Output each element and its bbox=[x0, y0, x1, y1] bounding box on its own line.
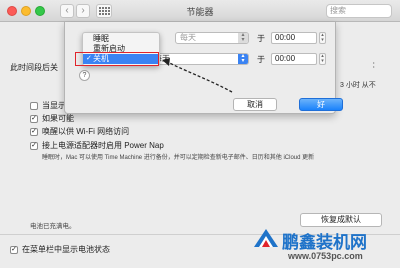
time-field-2[interactable]: 00:00 bbox=[271, 53, 317, 65]
watermark-text: 鹏鑫装机网 bbox=[282, 233, 367, 252]
at-label: 于 bbox=[257, 55, 265, 64]
menu-item-sleep[interactable]: 睡眠 bbox=[83, 34, 159, 44]
checkbox-row-power-nap[interactable]: ✓ 接上电源适配器时启用 Power Nap bbox=[30, 140, 164, 151]
checkbox-row-if-possible[interactable]: ✓ 如果可能 bbox=[30, 113, 74, 124]
checkbox[interactable] bbox=[30, 101, 38, 110]
checkbox-checked[interactable]: ✓ bbox=[30, 114, 38, 123]
checkbox-checked[interactable]: ✓ bbox=[30, 141, 38, 150]
at-label: 于 bbox=[257, 34, 265, 43]
cancel-button[interactable]: 取消 bbox=[233, 98, 277, 111]
sleep-after-label: 此时间段后关 bbox=[10, 63, 58, 72]
time-stepper-1[interactable]: ▴ ▾ bbox=[319, 32, 326, 44]
checkbox-label: 如果可能 bbox=[42, 114, 74, 123]
schedule-day-value: 每天 bbox=[180, 33, 196, 42]
updown-arrows-icon: ▴ ▾ bbox=[238, 53, 248, 64]
battery-status-text: 电池已充满电。 bbox=[30, 223, 76, 230]
checkbox-label: 唤醒以供 Wi-Fi 网络访问 bbox=[42, 127, 130, 136]
menu-bar-battery-row[interactable]: ✓ 在菜单栏中显示电池状态 bbox=[10, 244, 110, 255]
time-field-1[interactable]: 00:00 bbox=[271, 32, 317, 44]
menu-item-label: 睡眠 bbox=[93, 34, 109, 43]
power-nap-description: 睡眠时，Mac 可以使用 Time Machine 进行备份，并可以定期检查新电… bbox=[42, 155, 315, 161]
help-icon[interactable]: ? bbox=[79, 70, 90, 81]
watermark-url: www.0753pc.com bbox=[288, 251, 363, 261]
checkbox-row-wifi-wake[interactable]: ✓ 唤醒以供 Wi-Fi 网络访问 bbox=[30, 126, 129, 137]
search-field[interactable]: 搜索 bbox=[326, 4, 392, 18]
schedule-day-select-1[interactable]: 每天 ▴ ▾ bbox=[175, 32, 249, 44]
checkbox-label: 接上电源适配器时启用 Power Nap bbox=[42, 141, 164, 150]
checkbox-checked[interactable]: ✓ bbox=[10, 245, 18, 254]
checkbox-checked[interactable]: ✓ bbox=[30, 127, 38, 136]
slider-scale-labels: 3 小时 从不 bbox=[340, 82, 376, 89]
ok-button[interactable]: 好 bbox=[299, 98, 343, 111]
time-stepper-2[interactable]: ▴ ▾ bbox=[319, 53, 326, 65]
search-placeholder: 搜索 bbox=[330, 6, 346, 15]
restore-defaults-button[interactable]: 恢复成默认 bbox=[300, 213, 382, 227]
title-bar: ‹ › 节能器 搜索 bbox=[0, 0, 400, 22]
highlight-box bbox=[75, 52, 159, 66]
watermark-logo-icon bbox=[254, 229, 278, 247]
slider-colon: ： bbox=[372, 62, 379, 69]
menu-bar-battery-label: 在菜单栏中显示电池状态 bbox=[22, 245, 110, 254]
schedule-day-select-2[interactable]: 每天 ▴ ▾ bbox=[149, 53, 249, 65]
updown-arrows-icon: ▴ ▾ bbox=[238, 32, 248, 43]
